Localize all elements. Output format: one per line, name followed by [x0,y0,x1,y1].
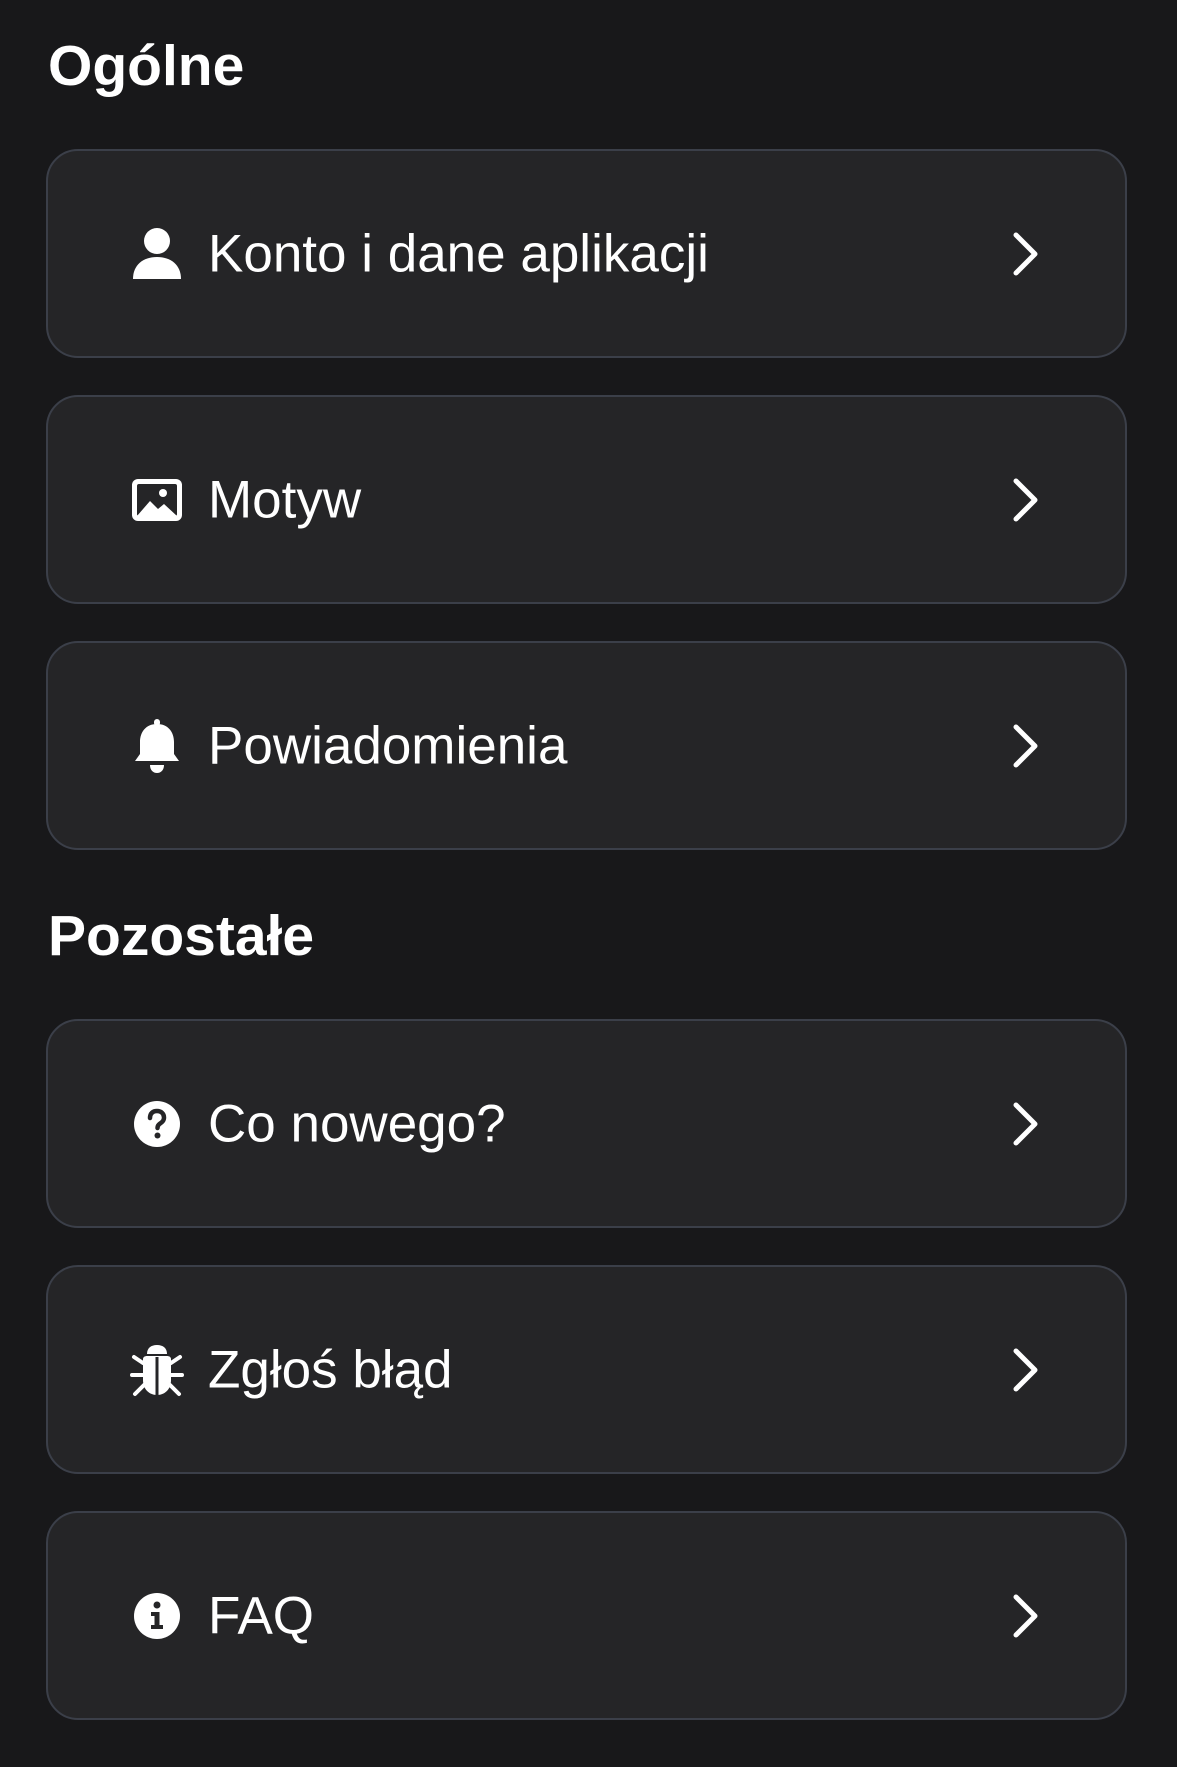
section-title-general: Ogólne [48,34,245,98]
section-title-other: Pozostałe [48,904,315,968]
bell-icon [128,717,186,775]
bug-icon [128,1341,186,1399]
chevron-right-icon [1010,476,1040,524]
image-icon [128,471,186,529]
settings-item-label: Co nowego? [208,1094,506,1153]
question-circle-icon [128,1095,186,1153]
settings-item-report-bug[interactable]: Zgłoś błąd [46,1265,1127,1474]
chevron-right-icon [1010,1346,1040,1394]
settings-item-label: Powiadomienia [208,716,568,775]
settings-item-faq[interactable]: FAQ [46,1511,1127,1720]
settings-item-label: Zgłoś błąd [208,1340,453,1399]
chevron-right-icon [1010,1592,1040,1640]
settings-item-label: FAQ [208,1586,315,1645]
settings-item-notifications[interactable]: Powiadomienia [46,641,1127,850]
settings-item-whats-new[interactable]: Co nowego? [46,1019,1127,1228]
chevron-right-icon [1010,722,1040,770]
chevron-right-icon [1010,230,1040,278]
user-icon [128,225,186,283]
settings-item-theme[interactable]: Motyw [46,395,1127,604]
settings-item-label: Konto i dane aplikacji [208,224,709,283]
chevron-right-icon [1010,1100,1040,1148]
settings-item-label: Motyw [208,470,362,529]
settings-item-account[interactable]: Konto i dane aplikacji [46,149,1127,358]
info-circle-icon [128,1587,186,1645]
